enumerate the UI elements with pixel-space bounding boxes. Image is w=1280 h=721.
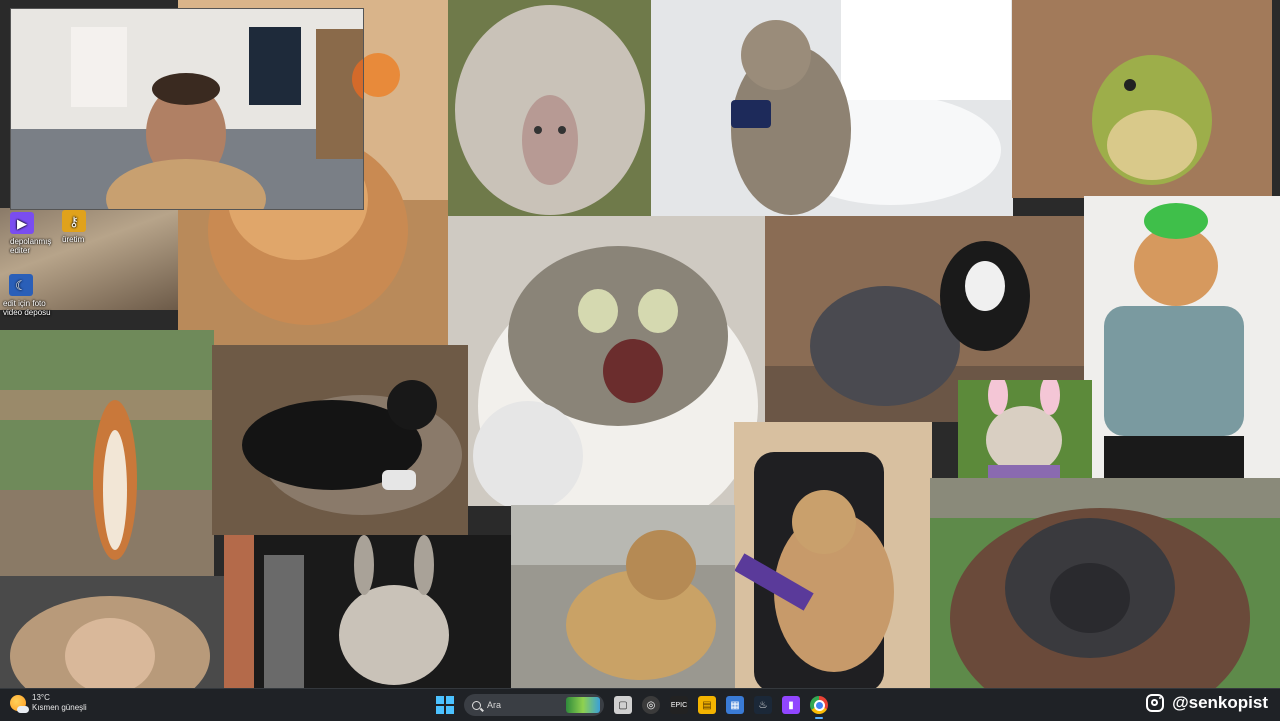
curly-sheep-tile — [448, 0, 652, 218]
instagram-icon — [1146, 694, 1165, 712]
black-dog-tile — [212, 345, 468, 535]
file-explorer-icon[interactable]: ▤ — [698, 696, 716, 714]
steam-icon[interactable]: ♨ — [754, 696, 772, 714]
obs-icon[interactable]: ◎ — [642, 696, 660, 714]
instagram-watermark: @senkopist — [1146, 693, 1268, 713]
taskbar: 13°C Kısmen güneşli Ara ▢ ◎ EPIC ▤ ▦ ♨ ▮… — [0, 688, 1280, 721]
desktop-icon-label: üretim — [62, 235, 85, 244]
shocked-cat-tile — [448, 216, 766, 506]
video-editor-icon: ▶ — [10, 212, 34, 234]
webcam-overlay — [10, 8, 364, 210]
weather-temp: 13°C — [32, 693, 50, 702]
instagram-handle: @senkopist — [1172, 693, 1268, 712]
twitch-icon[interactable]: ▮ — [782, 696, 800, 714]
search-highlight-icon — [566, 697, 600, 713]
store-icon[interactable]: ▦ — [726, 696, 744, 714]
donkey-tile — [224, 535, 512, 688]
key-icon: ⚷ — [62, 210, 86, 232]
desktop-icon-photo-video[interactable]: ☾ edit için foto video deposu — [3, 274, 73, 317]
cat-in-hat-tile — [1084, 196, 1280, 478]
chrome-icon[interactable] — [810, 696, 828, 719]
squirrel-tile — [0, 330, 214, 576]
weather-widget[interactable]: 13°C Kısmen güneşli — [10, 693, 87, 713]
task-view-icon[interactable]: ▢ — [614, 696, 632, 714]
bunny-bulldog-tile — [958, 380, 1092, 480]
toilet-cat-tile — [651, 0, 1013, 218]
weather-desc: Kısmen güneşli — [32, 703, 87, 712]
moon-folder-icon: ☾ — [9, 274, 33, 296]
search-icon — [472, 700, 481, 710]
epic-games-icon[interactable]: EPIC — [670, 696, 688, 714]
street-dog-tile — [511, 505, 735, 688]
start-button[interactable] — [436, 696, 454, 714]
search-box[interactable]: Ara — [464, 694, 604, 716]
partly-sunny-icon — [10, 695, 29, 713]
orangutan-tile — [930, 478, 1280, 692]
frog-tile — [1012, 0, 1272, 198]
gamer-cat-tile — [734, 422, 932, 692]
desktop-icon-label: edit için foto video deposu — [3, 299, 51, 317]
search-placeholder: Ara — [487, 700, 502, 710]
desktop-icon-production[interactable]: ⚷ üretim — [62, 210, 132, 244]
monkey-tile — [0, 576, 226, 688]
